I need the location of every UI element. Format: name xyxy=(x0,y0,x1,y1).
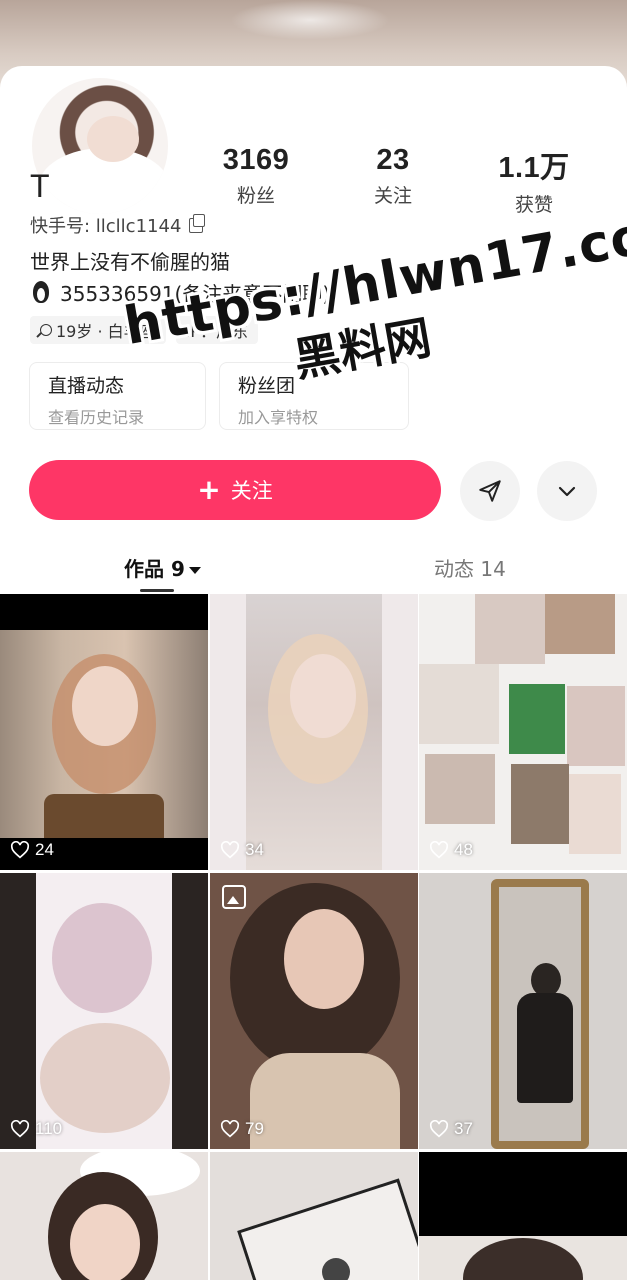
send-icon xyxy=(479,480,501,502)
stat-likes-value: 1.1万 xyxy=(498,152,570,184)
avatar-face xyxy=(87,116,139,162)
tab-works[interactable]: 作品 9 xyxy=(124,553,201,582)
fan-club-subtitle: 加入享特权 xyxy=(238,408,319,427)
heart-icon xyxy=(220,841,240,859)
gender-icon xyxy=(40,324,52,336)
avatar[interactable] xyxy=(28,74,172,218)
copy-icon[interactable] xyxy=(189,213,206,233)
tab-active-indicator xyxy=(140,589,174,592)
stat-following-label: 关注 xyxy=(373,185,412,207)
stat-fans-value: 3169 xyxy=(222,144,290,176)
profile-name: T xyxy=(30,168,50,204)
post-thumbnail[interactable]: 24 xyxy=(0,594,208,870)
tab-works-label: 作品 9 xyxy=(124,557,185,581)
post-likes: 110 xyxy=(10,1119,62,1139)
post-thumbnail[interactable]: 48 xyxy=(419,594,627,870)
qq-penguin-icon xyxy=(30,280,52,305)
post-likes-count: 79 xyxy=(245,1119,264,1138)
share-button[interactable] xyxy=(460,461,520,521)
post-thumbnail[interactable]: 34 xyxy=(210,594,418,870)
plus-icon: + xyxy=(197,473,221,506)
heart-icon xyxy=(429,1120,449,1138)
stat-following-value: 23 xyxy=(376,144,410,176)
follow-label: 关注 xyxy=(230,479,273,503)
post-likes-count: 37 xyxy=(454,1119,473,1138)
follow-button[interactable]: + 关注 xyxy=(29,460,441,520)
stat-likes-label: 获赞 xyxy=(514,194,553,216)
post-likes-count: 34 xyxy=(245,840,264,859)
heart-icon xyxy=(429,841,449,859)
post-likes-count: 24 xyxy=(35,840,54,859)
tab-moments[interactable]: 动态 14 xyxy=(434,553,506,582)
post-thumbnail[interactable] xyxy=(0,1152,208,1280)
stat-fans-label: 粉丝 xyxy=(236,185,275,207)
stat-following[interactable]: 23 关注 xyxy=(333,144,453,208)
post-thumbnail[interactable] xyxy=(210,1152,418,1280)
post-thumbnail[interactable]: 79 xyxy=(210,873,418,1149)
post-thumbnail[interactable]: 37 xyxy=(419,873,627,1149)
tab-moments-label: 动态 14 xyxy=(434,557,506,581)
more-button[interactable] xyxy=(537,461,597,521)
post-likes: 34 xyxy=(220,840,264,860)
post-likes: 24 xyxy=(10,840,54,860)
stats-row: 3169 粉丝 23 关注 1.1万 获赞 xyxy=(196,144,616,217)
post-likes-count: 48 xyxy=(454,840,473,859)
stat-fans[interactable]: 3169 粉丝 xyxy=(196,144,316,208)
post-thumbnail[interactable] xyxy=(419,1152,627,1280)
caret-down-icon xyxy=(188,567,201,574)
post-thumbnail[interactable]: 110 xyxy=(0,873,208,1149)
content-tabs: 作品 9 动态 14 xyxy=(0,545,627,592)
kuaishou-id-row: 快手号: llcllc1144 xyxy=(30,212,206,238)
stat-likes[interactable]: 1.1万 获赞 xyxy=(474,144,594,217)
kuaishou-id: 快手号: llcllc1144 xyxy=(30,216,182,237)
bio-line-1: 世界上没有不偷腥的猫 xyxy=(30,250,230,274)
post-likes: 48 xyxy=(429,840,473,860)
post-likes: 37 xyxy=(429,1119,473,1139)
heart-icon xyxy=(10,841,30,859)
post-likes-count: 110 xyxy=(35,1119,63,1138)
heart-icon xyxy=(220,1120,240,1138)
chevron-down-icon xyxy=(558,486,576,497)
heart-icon xyxy=(10,1120,30,1138)
image-post-icon xyxy=(222,885,246,909)
post-likes: 79 xyxy=(220,1119,264,1139)
